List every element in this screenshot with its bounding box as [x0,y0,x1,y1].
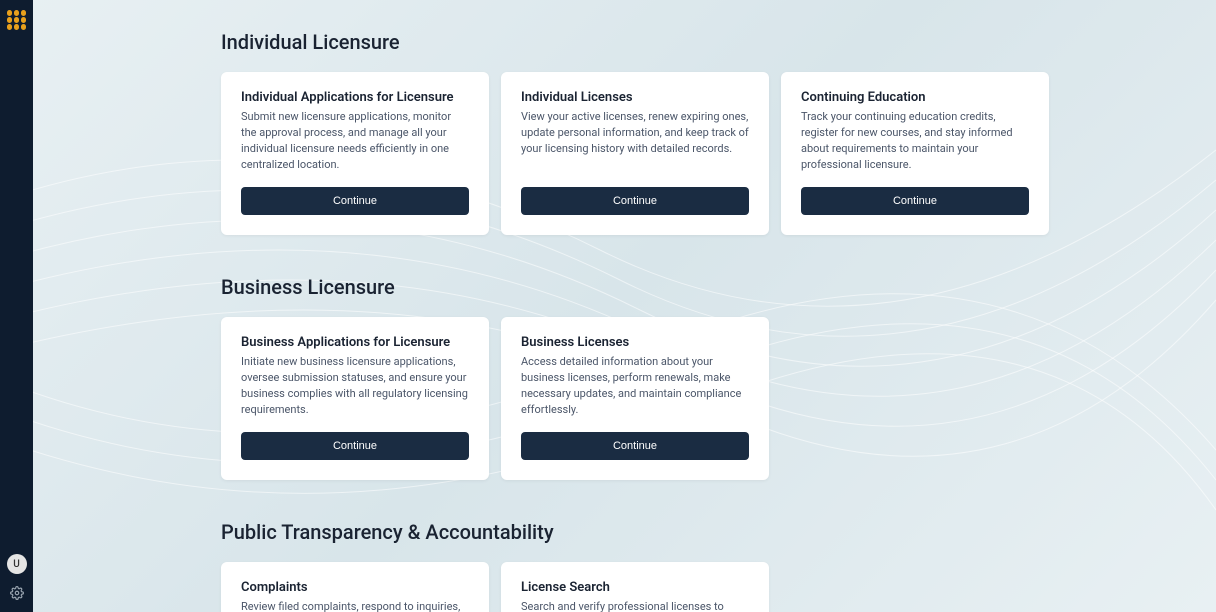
main-content: Individual Licensure Individual Applicat… [33,0,1216,612]
section-public-transparency: Public Transparency & Accountability Com… [221,520,1216,612]
card-title: Business Applications for Licensure [241,335,469,350]
card-business-applications: Business Applications for Licensure Init… [221,317,489,480]
card-title: Individual Applications for Licensure [241,90,469,105]
section-title: Individual Licensure [221,30,1216,54]
sidebar: U [0,0,33,612]
card-individual-licenses: Individual Licenses View your active lic… [501,72,769,235]
card-title: Complaints [241,580,469,595]
section-individual-licensure: Individual Licensure Individual Applicat… [221,30,1216,235]
card-description: Submit new licensure applications, monit… [241,109,469,173]
section-title: Public Transparency & Accountability [221,520,1216,544]
section-business-licensure: Business Licensure Business Applications… [221,275,1216,480]
avatar[interactable]: U [7,554,27,574]
card-complaints: Complaints Review filed complaints, resp… [221,562,489,612]
card-individual-applications: Individual Applications for Licensure Su… [221,72,489,235]
logo-icon[interactable] [7,10,27,30]
card-description: Track your continuing education credits,… [801,109,1029,173]
card-title: Individual Licenses [521,90,749,105]
card-description: Search and verify professional licenses … [521,599,749,612]
card-description: Review filed complaints, respond to inqu… [241,599,469,612]
card-description: View your active licenses, renew expirin… [521,109,749,173]
card-title: License Search [521,580,749,595]
card-license-search: License Search Search and verify profess… [501,562,769,612]
card-continuing-education: Continuing Education Track your continui… [781,72,1049,235]
continue-button[interactable]: Continue [801,187,1029,215]
gear-icon[interactable] [10,586,24,600]
continue-button[interactable]: Continue [521,432,749,460]
card-title: Business Licenses [521,335,749,350]
card-title: Continuing Education [801,90,1029,105]
continue-button[interactable]: Continue [241,432,469,460]
card-business-licenses: Business Licenses Access detailed inform… [501,317,769,480]
card-description: Initiate new business licensure applicat… [241,354,469,418]
continue-button[interactable]: Continue [521,187,749,215]
section-title: Business Licensure [221,275,1216,299]
continue-button[interactable]: Continue [241,187,469,215]
card-description: Access detailed information about your b… [521,354,749,418]
